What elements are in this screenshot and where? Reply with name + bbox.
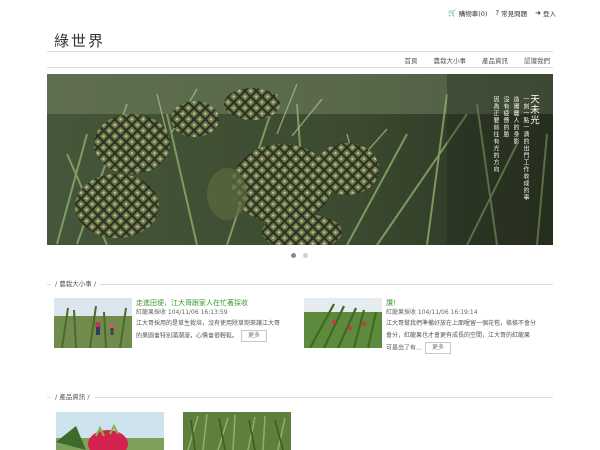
news-thumbnail[interactable] <box>304 298 382 348</box>
product-card-pineapple[interactable] <box>183 412 291 450</box>
news-thumbnail[interactable] <box>54 298 132 348</box>
news-item: 走進田埂，江大哥跟家人在忙著採收 紅龍果採收 104/11/06 16:13:5… <box>54 298 294 358</box>
section-title-products: / 產品資訊 / <box>51 392 94 402</box>
nav-item-products[interactable]: 產品資訊 <box>482 55 508 65</box>
question-icon: ? <box>495 9 500 17</box>
more-button[interactable]: 更多 <box>241 330 268 342</box>
section-divider <box>47 397 553 398</box>
login-label: 登入 <box>543 10 556 18</box>
carousel-dots <box>291 253 308 258</box>
pineapple-field-image <box>47 74 553 245</box>
hero-poem-line: 造陽農人的身影 <box>512 96 519 145</box>
cart-icon: 🛒 <box>447 9 457 17</box>
news-meta: 紅龍果採收 104/11/06 16:19:14 <box>386 309 478 316</box>
section-header-news: / 農栽大小事 / <box>47 279 553 289</box>
faq-link[interactable]: ? 常見問題 <box>495 8 527 18</box>
field-photo <box>304 298 382 348</box>
field-photo <box>54 298 132 348</box>
utility-bar: 🛒 購物車(0) ? 常見問題 ➜ 登入 <box>448 8 556 18</box>
news-excerpt: 會分，紅龍果也才會更有成長的空間，江大哥的紅龍果 <box>386 332 531 339</box>
nav-item-home[interactable]: 首頁 <box>405 55 418 65</box>
nav-item-farm-news[interactable]: 農栽大小事 <box>434 55 467 65</box>
carousel-dot-1[interactable] <box>291 253 296 258</box>
login-link[interactable]: ➜ 登入 <box>535 8 556 18</box>
section-title-news: / 農栽大小事 / <box>51 279 101 289</box>
news-excerpt: 可是出了有… <box>386 344 423 352</box>
news-meta: 紅龍果採收 104/11/06 16:13:59 <box>136 309 228 316</box>
news-excerpt: 江大哥採用的是草生栽培，沒有使用除草劑來讓江大哥 <box>136 320 281 327</box>
news-excerpt-row: 的果園會特別滿潮溼，心情會很輕鬆。 更多 <box>136 330 294 343</box>
site-logo[interactable]: 綠世界 <box>54 30 105 51</box>
dragonfruit-photo <box>56 412 164 450</box>
cart-label: 購物車(0) <box>458 10 488 18</box>
login-icon: ➜ <box>535 9 541 17</box>
cart-link[interactable]: 🛒 購物車(0) <box>448 8 487 18</box>
header-divider <box>47 51 553 52</box>
nav-divider <box>47 67 553 68</box>
section-header-products: / 產品資訊 / <box>47 392 553 402</box>
pineapple-field-photo <box>183 412 291 450</box>
faq-label: 常見問題 <box>501 10 528 18</box>
news-excerpt: 的果園會特別滿潮溼，心情會很輕鬆。 <box>136 332 239 340</box>
section-divider <box>47 284 553 285</box>
product-card-dragonfruit[interactable] <box>56 412 164 450</box>
news-title[interactable]: 走進田埂，江大哥跟家人在忙著採收 <box>136 298 294 308</box>
hero-poem-line: 一刻一點一滴的出門工作收成的事 <box>522 96 529 201</box>
hero-banner[interactable]: 天未光 一刻一點一滴的出門工作收成的事 造陽農人的身影 沒有疲憊的臉 因為正要前… <box>47 74 553 245</box>
hero-poem-line: 因為正要前往有光的方向 <box>492 96 499 173</box>
main-nav: 首頁 農栽大小事 產品資訊 認識我們 <box>405 55 551 65</box>
news-title[interactable]: 讚！ <box>386 298 544 308</box>
news-excerpt: 江大哥幫我們準備好放在上面喔留一個花苞，條條不會分 <box>386 320 537 327</box>
hero-poem: 一刻一點一滴的出門工作收成的事 造陽農人的身影 沒有疲憊的臉 因為正要前往有光的… <box>491 96 529 201</box>
news-excerpt-row: 可是出了有… 更多 <box>386 342 544 355</box>
more-button[interactable]: 更多 <box>425 342 452 354</box>
carousel-dot-2[interactable] <box>303 253 308 258</box>
news-item: 讚！ 紅龍果採收 104/11/06 16:19:14 江大哥幫我們準備好放在上… <box>304 298 544 358</box>
nav-item-about[interactable]: 認識我們 <box>524 55 550 65</box>
hero-poem-line: 沒有疲憊的臉 <box>502 96 509 138</box>
